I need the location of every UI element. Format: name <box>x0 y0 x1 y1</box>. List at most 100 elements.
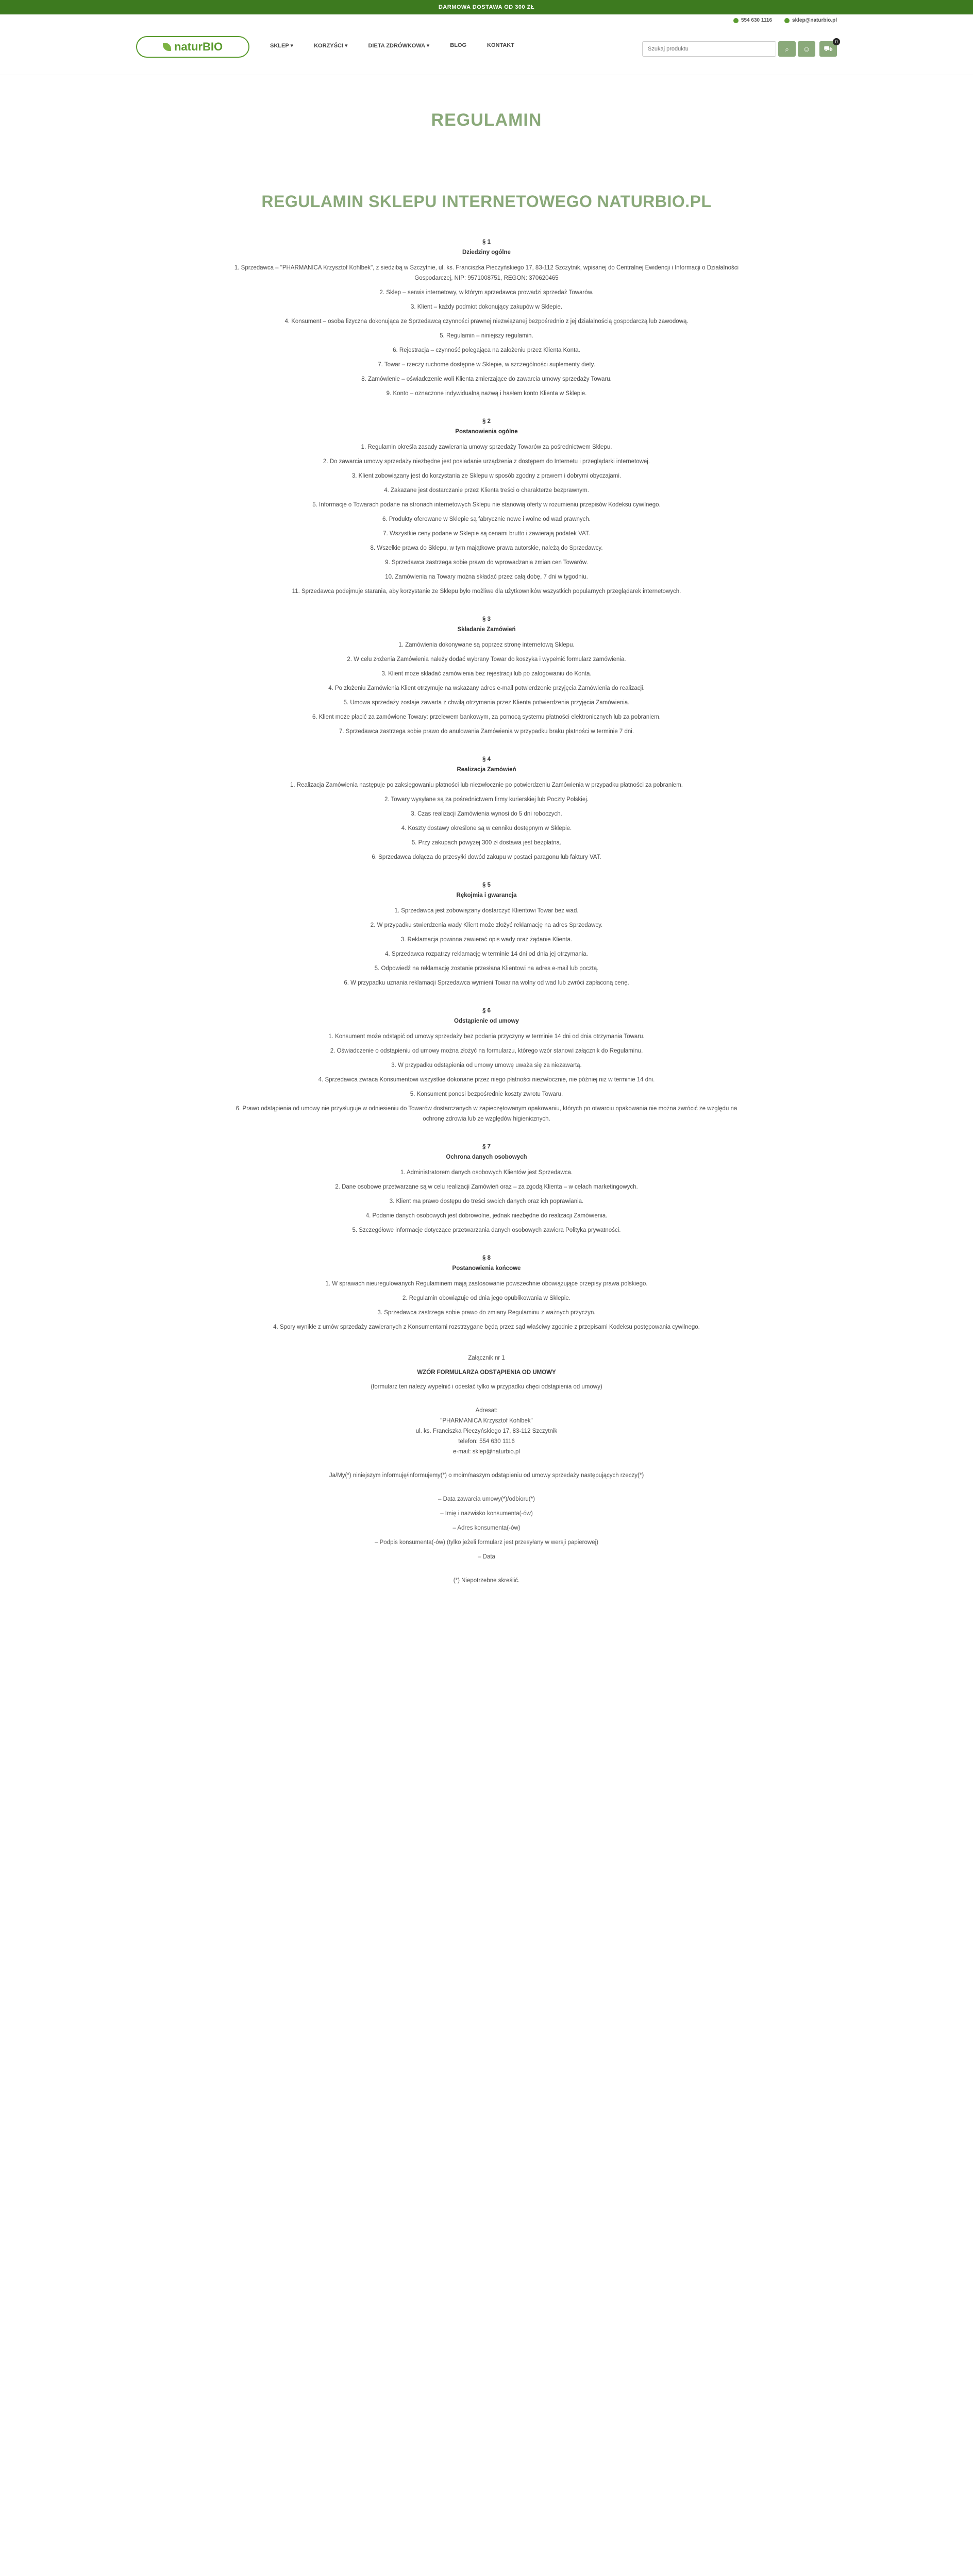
address-line: telefon: 554 630 1116 <box>458 1438 515 1445</box>
section-paragraph: 1. Administratorem danych osobowych Klie… <box>400 1170 573 1176</box>
section-paragraph: 4. Spory wynikłe z umów sprzedaży zawier… <box>273 1324 700 1330</box>
section-paragraph: 5. Umowa sprzedaży zostaje zawarta z chw… <box>343 700 630 706</box>
address-line: ul. ks. Franciszka Pieczyńskiego 17, 83-… <box>415 1428 558 1434</box>
search-icon: ⌕ <box>785 44 789 53</box>
section-paragraph: 3. Klient – każdy podmiot dokonujący zak… <box>410 304 563 310</box>
section-paragraph: 9. Sprzedawca zastrzega sobie prawo do w… <box>385 560 588 566</box>
section-paragraph: 1. W sprawach nieuregulowanych Regulamin… <box>325 1281 648 1287</box>
nav-item-dieta[interactable]: DIETA ZDRÓWKOWA ▾ <box>368 42 429 49</box>
section-paragraph: 2. Sklep – serwis internetowy, w którym … <box>379 290 594 296</box>
section-paragraph: 5. Odpowiedź na reklamację zostanie prze… <box>374 965 599 972</box>
top-bar: DARMOWA DOSTAWA OD 300 ZŁ <box>0 0 973 14</box>
section-paragraph: 3. Klient ma prawo dostępu do treści swo… <box>389 1198 584 1205</box>
regulations-body: § 1 Dziedziny ogólne 1. Sprzedawca – "PHAR… <box>229 237 744 1332</box>
phone-link[interactable]: 554 630 1116 <box>733 18 772 23</box>
section-paragraph: 3. Sprzedawca zastrzega sobie prawo do z… <box>377 1310 596 1316</box>
section-paragraph: 1. Sprzedawca jest zobowiązany dostarczy… <box>394 908 579 914</box>
section-paragraph: 2. Regulamin obowiązuje od dnia jego opu… <box>402 1295 571 1301</box>
regulation-section: § 6 Odstąpienie od umowy 1. Konsument może… <box>229 1006 744 1124</box>
cart-count-badge: 0 <box>833 38 840 45</box>
nav-item-sklep[interactable]: SKLEP ▾ <box>270 42 293 49</box>
section-paragraph: 8. Zamówienie – oświadczenie woli Klient… <box>361 376 612 382</box>
section-number: § 8 <box>482 1255 491 1261</box>
section-paragraph: 6. Klient może płacić za zamówione Towar… <box>312 714 661 720</box>
form-field-line: – Data <box>478 1554 495 1560</box>
form-title: WZÓR FORMULARZA ODSTĄPIENIA OD UMOWY <box>417 1369 556 1376</box>
section-paragraph: 4. Podanie danych osobowych jest dobrowo… <box>365 1213 608 1219</box>
form-field-line: – Podpis konsumenta(-ów) (tylko jeżeli f… <box>375 1539 598 1546</box>
section-heading: Dziedziny ogólne <box>462 249 511 256</box>
email-link[interactable]: sklep@naturbio.pl <box>784 18 837 23</box>
regulation-section: § 1 Dziedziny ogólne 1. Sprzedawca – "PHAR… <box>229 237 744 399</box>
section-heading: Realizacja Zamówień <box>457 767 516 773</box>
section-paragraph: 2. Towary wysyłane są za pośrednictwem f… <box>384 796 589 803</box>
logo[interactable]: naturBIO <box>136 36 249 58</box>
topbar-text: DARMOWA DOSTAWA OD 300 ZŁ <box>438 4 535 10</box>
section-paragraph: 3. Czas realizacji Zamówienia wynosi do … <box>411 811 562 817</box>
section-paragraph: 4. Sprzedawca zwraca Konsumentowi wszyst… <box>318 1077 655 1083</box>
regulation-section: § 5 Rękojmia i gwarancja 1. Sprzedawca jes… <box>229 880 744 988</box>
section-paragraph: 4. Po złożeniu Zamówienia Klient otrzymu… <box>328 685 645 691</box>
section-heading: Składanie Zamówień <box>457 626 516 633</box>
header-icons: ☺ ⛟ 0 <box>798 38 840 57</box>
section-paragraph: 1. Realizacja Zamówienia następuje po za… <box>290 782 683 788</box>
section-paragraph: 3. Reklamacja powinna zawierać opis wady… <box>400 937 573 943</box>
section-paragraph: 1. Sprzedawca – "PHARMANICA Krzysztof Ko… <box>234 265 739 281</box>
section-paragraph: 7. Towar – rzeczy ruchome dostępne w Skl… <box>378 362 595 368</box>
search-button[interactable]: ⌕ <box>778 41 796 57</box>
address-line: "PHARMANICA Krzysztof Kohlbek" <box>440 1418 533 1424</box>
address-line: e-mail: sklep@naturbio.pl <box>453 1449 520 1455</box>
cart-button[interactable]: ⛟ 0 <box>819 38 840 57</box>
leaf-icon <box>162 43 171 51</box>
section-number: § 3 <box>482 616 491 622</box>
section-paragraph: 5. Regulamin – niniejszy regulamin. <box>440 333 533 339</box>
section-paragraph: 2. W przypadku stwierdzenia wady Klient … <box>370 922 603 928</box>
section-heading: Ochrona danych osobowych <box>446 1154 527 1160</box>
section-number: § 6 <box>482 1008 491 1014</box>
section-paragraph: 3. Klient może składać zamówienia bez re… <box>381 671 592 677</box>
section-heading: Odstąpienie od umowy <box>454 1018 519 1024</box>
nav-item-korzysci[interactable]: KORZYŚCI ▾ <box>314 42 347 49</box>
regulation-section: § 4 Realizacja Zamówień 1. Realizacja Zamó… <box>229 754 744 862</box>
form-field-line: – Imię i nazwisko konsumenta(-ów) <box>440 1511 533 1517</box>
nav-item-blog[interactable]: BLOG <box>450 42 466 49</box>
form-subtitle: (formularz ten należy wypełnić i odesłać… <box>371 1384 602 1390</box>
appendix-intro: Załącznik nr 1 <box>468 1355 505 1361</box>
withdrawal-statement: Ja/My(*) niniejszym informuję/informujem… <box>329 1472 644 1479</box>
withdrawal-form: Załącznik nr 1 WZÓR FORMULARZA ODSTĄPIEN… <box>229 1353 744 1586</box>
nav-item-kontakt[interactable]: KONTAKT <box>487 42 514 49</box>
section-paragraph: 6. Prawo odstąpienia od umowy nie przysł… <box>236 1106 737 1122</box>
regulation-section: § 3 Składanie Zamówień 1. Zamówienia dokon… <box>229 614 744 737</box>
section-number: § 1 <box>482 239 491 245</box>
page-title: REGULAMIN <box>431 110 542 130</box>
section-paragraph: 4. Koszty dostawy określone są w cenniku… <box>401 825 572 832</box>
section-paragraph: 6. Sprzedawca dołącza do przesyłki dowód… <box>372 854 601 860</box>
search-input[interactable] <box>642 41 776 57</box>
section-paragraph: 11. Sprzedawca podejmuje starania, aby k… <box>292 588 681 595</box>
section-heading: Postanowienia ogólne <box>455 429 518 435</box>
regulation-section: § 2 Postanowienia ogólne 1. Regulamin okre… <box>229 416 744 597</box>
cart-icon: ⛟ <box>824 44 833 53</box>
regulation-section: § 8 Postanowienia końcowe 1. W sprawach ni… <box>229 1253 744 1332</box>
form-field-line: – Data zawarcia umowy(*)/odbioru(*) <box>438 1496 535 1502</box>
user-icon: ☺ <box>802 45 811 53</box>
section-paragraph: 4. Sprzedawca rozpatrzy reklamację w ter… <box>385 951 588 957</box>
section-number: § 4 <box>482 756 491 762</box>
section-number: § 7 <box>482 1144 491 1150</box>
section-paragraph: 8. Wszelkie prawa do Sklepu, w tym mająt… <box>370 545 603 551</box>
mail-icon <box>784 18 790 23</box>
section-paragraph: 2. Dane osobowe przetwarzane są w celu r… <box>335 1184 638 1190</box>
section-paragraph: 1. Konsument może odstąpić od umowy sprz… <box>328 1033 645 1040</box>
section-number: § 2 <box>482 418 491 425</box>
account-button[interactable]: ☺ <box>798 41 815 57</box>
section-paragraph: 9. Konto – oznaczone indywidualną nazwą … <box>386 391 587 397</box>
section-heading: Rękojmia i gwarancja <box>456 892 517 899</box>
phone-icon <box>733 18 739 23</box>
section-paragraph: 5. Przy zakupach powyżej 300 zł dostawa … <box>411 840 562 846</box>
section-number: § 5 <box>482 882 491 888</box>
section-paragraph: 2. Do zawarcia umowy sprzedaży niezbędne… <box>323 459 650 465</box>
section-paragraph: 2. Oświadczenie o odstąpieniu od umowy m… <box>330 1048 643 1054</box>
section-paragraph: 10. Zamówienia na Towary można składać p… <box>385 574 588 580</box>
section-paragraph: 7. Wszystkie ceny podane w Sklepie są ce… <box>383 531 590 537</box>
section-paragraph: 6. Rejestracja – czynność polegająca na … <box>393 347 580 353</box>
